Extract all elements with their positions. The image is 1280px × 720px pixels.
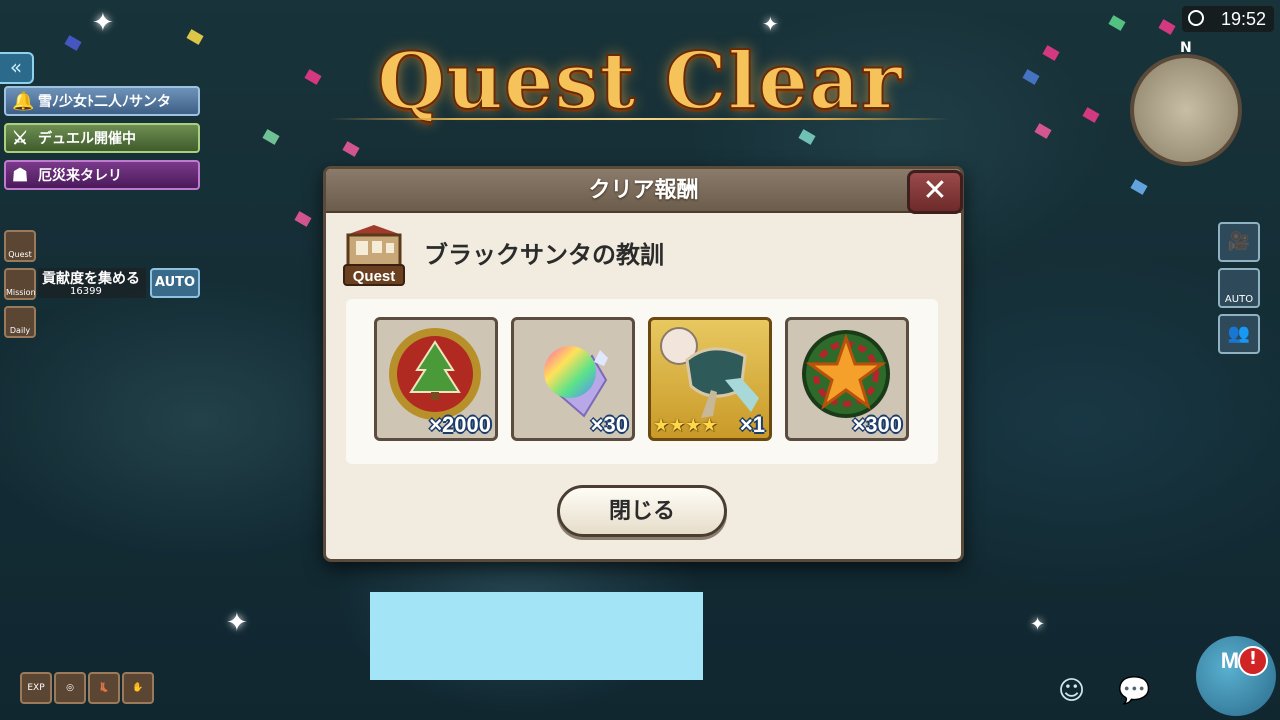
- exp-button[interactable]: EXP: [20, 672, 52, 704]
- mission-side-label: Mission: [6, 288, 36, 297]
- quest-name: ブラックサンタの教訓: [424, 242, 664, 269]
- chat-bubble-icon[interactable]: 💬: [1118, 676, 1150, 706]
- quest-board-icon: Quest: [343, 225, 405, 286]
- boot-icon: 👢: [98, 683, 110, 693]
- hand-icon: ✋: [132, 683, 144, 693]
- title-underline: [330, 118, 950, 120]
- calamity-button[interactable]: ☗ 厄災来タレリ: [4, 160, 200, 190]
- reward-dialog: クリア報酬 ✕ Quest ブラックサンタの教訓 ×2000 ×30 ★★★★ …: [323, 166, 964, 562]
- quest-side-button[interactable]: Quest: [4, 230, 36, 262]
- clock-icon: [1188, 10, 1204, 26]
- sword-icon: ⚔: [12, 128, 29, 148]
- compass-item-button[interactable]: ◎: [54, 672, 86, 704]
- boot-item-button[interactable]: 👢: [88, 672, 120, 704]
- auto-camera-button[interactable]: AUTO: [1218, 268, 1260, 308]
- alert-badge: !: [1238, 646, 1268, 676]
- rewards-panel: ×2000 ×30 ★★★★ ×1 ×300: [346, 299, 938, 464]
- compass-icon: ◎: [66, 683, 74, 693]
- camera-icon: 🎥: [1227, 231, 1251, 252]
- back-button[interactable]: «: [0, 52, 34, 84]
- auto-camera-label: AUTO: [1224, 294, 1254, 305]
- quest-icon-label: Quest: [353, 268, 396, 285]
- close-x-button[interactable]: ✕: [907, 170, 963, 214]
- reward-slot[interactable]: ×300: [785, 317, 909, 441]
- dialog-header: クリア報酬: [326, 169, 961, 213]
- event-santa-button[interactable]: 🔔 雪ﾉ少女ﾄ二人ﾉサンタ: [4, 86, 200, 116]
- mission-progress: 16399: [70, 286, 102, 297]
- sparkle-icon: ✦: [1030, 614, 1046, 635]
- reward-slot[interactable]: ×2000: [374, 317, 498, 441]
- grab-item-button[interactable]: ✋: [122, 672, 154, 704]
- party-button[interactable]: 👥: [1218, 314, 1260, 354]
- sparkle-icon: ✦: [226, 608, 248, 638]
- reward-slot[interactable]: ×30: [511, 317, 635, 441]
- exp-label: EXP: [27, 683, 45, 693]
- event-santa-label: 雪ﾉ少女ﾄ二人ﾉサンタ: [38, 93, 171, 109]
- party-icon: 👥: [1227, 323, 1251, 344]
- camera-button[interactable]: 🎥: [1218, 222, 1260, 262]
- demon-icon: ☗: [12, 165, 29, 185]
- daily-side-button[interactable]: Daily: [4, 306, 36, 338]
- sparkle-icon: ✦: [762, 12, 779, 36]
- close-button[interactable]: 閉じる: [557, 485, 727, 537]
- reward-quantity: ×1: [739, 412, 765, 437]
- mission-side-button[interactable]: Mission: [4, 268, 36, 300]
- bell-icon: 🔔: [12, 91, 35, 111]
- reward-quantity: ×300: [852, 412, 902, 437]
- clock-display: 19:52: [1182, 6, 1274, 32]
- me-menu-button[interactable]: Me: [1196, 636, 1276, 716]
- auto-mission-button[interactable]: AUTO: [150, 268, 200, 298]
- mission-objective-text: 貢献度を集める: [42, 270, 140, 286]
- reward-slot[interactable]: ★★★★ ×1: [648, 317, 772, 441]
- reward-quantity: ×2000: [429, 412, 491, 437]
- redacted-area: [370, 592, 703, 680]
- sparkle-icon: ✦: [92, 8, 114, 38]
- calamity-label: 厄災来タレリ: [38, 167, 122, 183]
- duel-label: デュエル開催中: [38, 130, 136, 146]
- minimap[interactable]: [1130, 54, 1242, 166]
- time-text: 19:52: [1220, 9, 1266, 29]
- rarity-stars: ★★★★: [653, 415, 718, 436]
- daily-side-label: Daily: [9, 326, 31, 335]
- emote-icon[interactable]: ☺: [1058, 676, 1085, 706]
- quest-side-label: Quest: [8, 250, 32, 259]
- duel-button[interactable]: ⚔ デュエル開催中: [4, 123, 200, 153]
- dialog-title: クリア報酬: [588, 177, 699, 202]
- reward-quantity: ×30: [590, 412, 628, 437]
